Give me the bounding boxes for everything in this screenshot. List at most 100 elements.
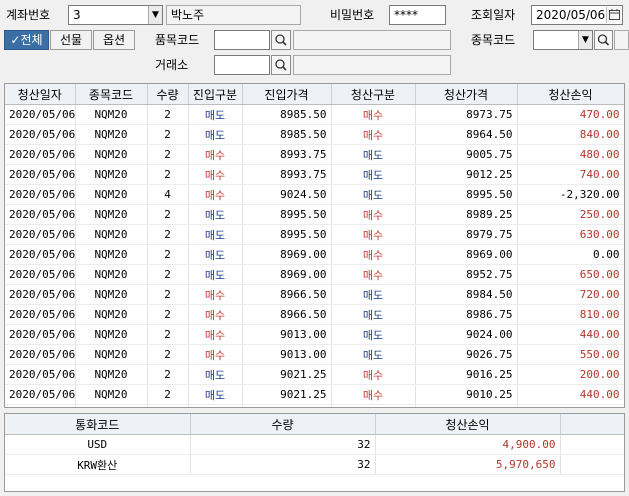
table-row[interactable]: 2020/05/06 NQM20 2 매수 8966.50 매도 8984.50 720.00 [5,284,624,305]
cell-qty: 2 [147,124,189,145]
password-label: 비밀번호 [330,8,375,22]
cell-close-price: 8984.50 [415,284,518,305]
tab-futures[interactable]: 선물 [50,30,92,50]
calendar-icon[interactable] [606,7,621,23]
empty-cell [560,434,624,455]
account-name: 박노주 [166,5,301,25]
cell-pnl: 650.00 [517,264,624,285]
table-row[interactable]: 2020/05/06 NQM20 2 매수 8966.50 매도 8986.75 810.00 [5,304,624,325]
cell-item-code: NQM20 [75,284,148,305]
summary-row[interactable]: USD 32 4,900.00 [5,434,624,455]
empty-cell [188,404,243,407]
cell-close-date: 2020/05/06 [5,304,76,325]
cell-item-code: NQM20 [75,184,148,205]
cell-qty: 2 [147,264,189,285]
search-icon [597,34,610,46]
empty-cell [560,454,624,475]
cell-pnl: 480.00 [517,144,624,165]
table-row[interactable]: 2020/05/06 NQM20 4 매수 9024.50 매도 8995.50 -2,320… [5,184,624,205]
table-row[interactable]: 2020/05/06 NQM20 2 매수 8993.75 매도 9005.75 480.00 [5,144,624,165]
summary-row[interactable]: KRW환산 32 5,970,650 [5,454,624,475]
empty-cell [331,404,416,407]
cell-pnl: 440.00 [517,324,624,345]
table-row[interactable]: 2020/05/06 NQM20 2 매도 8985.50 매수 8973.75 470.00 [5,104,624,125]
search-icon [275,34,287,46]
table-row[interactable]: 2020/05/06 NQM20 2 매수 9013.00 매도 9026.75 550.00 [5,344,624,365]
table-row[interactable]: 2020/05/06 NQM20 2 매수 8993.75 매도 9012.25 740.00 [5,164,624,185]
summary-header-currency[interactable]: 통화코드 [5,414,191,435]
cell-item-code: NQM20 [75,344,148,365]
col-header-entry-price[interactable]: 진입가격 [242,84,332,105]
cell-close-price: 8964.50 [415,124,518,145]
cell-close-side: 매도 [331,184,416,205]
account-select[interactable]: 3 ▼ [68,5,163,25]
table-row[interactable]: 2020/05/06 NQM20 2 매도 8995.50 매수 8989.25 250.00 [5,204,624,225]
account-value: 3 [73,8,81,22]
cell-close-side: 매도 [331,324,416,345]
settlement-table: 청산일자 종목코드 수량 진입구분 진입가격 청산구분 청산가격 청산손익 2020/05/0… [5,84,624,407]
query-date-value: 2020/05/06 [536,8,606,22]
query-date-label: 조회일자 [471,8,516,22]
chevron-down-icon[interactable]: ▼ [148,6,162,24]
product-search-button[interactable] [271,30,291,50]
col-header-close-date[interactable]: 청산일자 [5,84,76,105]
cell-qty: 2 [147,344,189,365]
table-row[interactable]: 2020/05/06 NQM20 2 매도 8995.50 매수 8979.75 630.00 [5,224,624,245]
cell-qty: 2 [147,244,189,265]
cell-qty: 4 [147,184,189,205]
col-header-close-price[interactable]: 청산가격 [415,84,518,105]
cell-close-side: 매도 [331,344,416,365]
cell-close-date: 2020/05/06 [5,144,76,165]
summary-header-qty[interactable]: 수량 [190,414,376,435]
empty-cell [5,404,76,407]
item-code-select[interactable]: ▼ [533,30,593,50]
table-row[interactable]: 2020/05/06 NQM20 2 매도 8985.50 매수 8964.50 840.00 [5,124,624,145]
table-row[interactable]: 2020/05/06 NQM20 2 매도 9021.25 매수 9016.25 200.00 [5,364,624,385]
password-input[interactable]: **** [389,5,446,25]
table-row[interactable]: 2020/05/06 NQM20 2 매수 9013.00 매도 9024.00 440.00 [5,324,624,345]
table-row[interactable]: 2020/05/06 NQM20 2 매도 8969.00 매수 8969.00 0.00 [5,244,624,265]
table-row[interactable]: 2020/05/06 NQM20 2 매도 9021.25 매수 9010.25 440.00 [5,384,624,405]
col-header-entry-side[interactable]: 진입구분 [188,84,243,105]
cell-qty: 2 [147,204,189,225]
cell-pnl: 810.00 [517,304,624,325]
product-code-label: 품목코드 [155,33,200,47]
exchange-input[interactable] [214,55,270,75]
cell-entry-side: 매도 [188,204,243,225]
cell-entry-price: 8995.50 [242,204,332,225]
cell-item-code: NQM20 [75,324,148,345]
tab-all[interactable]: ✓전체 [4,30,49,50]
cell-qty: 2 [147,224,189,245]
cell-close-date: 2020/05/06 [5,264,76,285]
cell-entry-price: 9021.25 [242,384,332,405]
item-code-label: 종목코드 [471,33,516,47]
cell-close-side: 매수 [331,384,416,405]
cell-pnl: 0.00 [517,244,624,265]
cell-close-side: 매수 [331,264,416,285]
col-header-qty[interactable]: 수량 [147,84,189,105]
cell-close-price: 9012.25 [415,164,518,185]
summary-grid[interactable]: 통화코드 수량 청산손익 USD 32 4,900.00 KRW환산 32 5,970,650 [4,413,625,492]
cell-close-price: 9026.75 [415,344,518,365]
cell-close-date: 2020/05/06 [5,164,76,185]
cell-entry-side: 매수 [188,184,243,205]
query-date-input[interactable]: 2020/05/06 [531,5,623,25]
cell-close-date: 2020/05/06 [5,324,76,345]
item-search-button[interactable] [594,30,613,50]
cell-close-date: 2020/05/06 [5,384,76,405]
cell-entry-price: 8993.75 [242,144,332,165]
summary-header-pnl[interactable]: 청산손익 [375,414,561,435]
cell-pnl: 250.00 [517,204,624,225]
col-header-close-side[interactable]: 청산구분 [331,84,416,105]
cell-entry-price: 8995.50 [242,224,332,245]
col-header-item-code[interactable]: 종목코드 [75,84,148,105]
settlement-grid[interactable]: 청산일자 종목코드 수량 진입구분 진입가격 청산구분 청산가격 청산손익 2020/05/0… [4,83,625,408]
exchange-search-button[interactable] [271,55,291,75]
col-header-pnl[interactable]: 청산손익 [517,84,624,105]
chevron-down-icon[interactable]: ▼ [578,31,592,49]
cell-entry-price: 8969.00 [242,244,332,265]
cell-pnl: 840.00 [517,124,624,145]
product-code-input[interactable] [214,30,270,50]
table-row[interactable]: 2020/05/06 NQM20 2 매도 8969.00 매수 8952.75 650.00 [5,264,624,285]
tab-options[interactable]: 옵션 [93,30,135,50]
